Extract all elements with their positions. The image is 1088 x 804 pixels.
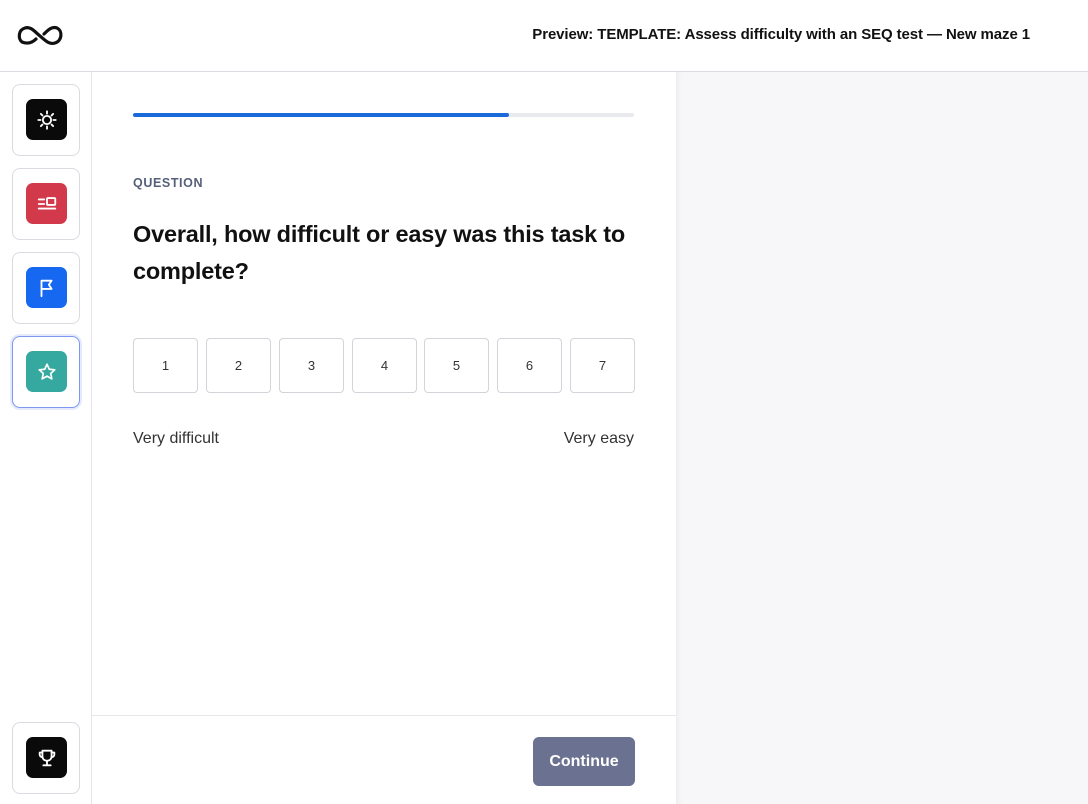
flag-icon xyxy=(26,267,67,308)
scale-option-2[interactable]: 2 xyxy=(206,338,271,393)
top-bar: Preview: TEMPLATE: Assess difficulty wit… xyxy=(0,0,1088,72)
preview-title: Preview: TEMPLATE: Assess difficulty wit… xyxy=(532,26,1030,43)
trophy-icon xyxy=(26,737,67,778)
block-context-screen[interactable] xyxy=(12,168,80,240)
scale-option-3[interactable]: 3 xyxy=(279,338,344,393)
opinion-scale: 1234567 xyxy=(133,338,635,394)
scale-max-label: Very easy xyxy=(563,430,634,447)
context-screen-icon xyxy=(26,183,67,224)
continue-button[interactable]: Continue xyxy=(533,737,635,786)
block-thank-you[interactable] xyxy=(12,722,80,794)
question-panel: QUESTION Overall, how difficult or easy … xyxy=(92,72,676,804)
progress-fill xyxy=(133,113,509,117)
gear-icon xyxy=(26,99,67,140)
block-opinion-scale[interactable] xyxy=(12,336,80,408)
block-sidebar xyxy=(0,72,92,804)
scale-min-label: Very difficult xyxy=(133,430,219,447)
scale-option-4[interactable]: 4 xyxy=(352,338,417,393)
question-footer: Continue xyxy=(92,715,676,804)
scale-option-5[interactable]: 5 xyxy=(424,338,489,393)
scale-option-7[interactable]: 7 xyxy=(570,338,635,393)
star-icon xyxy=(26,351,67,392)
scale-option-6[interactable]: 6 xyxy=(497,338,562,393)
progress-bar xyxy=(133,113,634,117)
question-label: QUESTION xyxy=(133,176,204,190)
block-mission[interactable] xyxy=(12,252,80,324)
maze-logo-icon[interactable] xyxy=(16,20,66,50)
question-text: Overall, how difficult or easy was this … xyxy=(133,221,626,284)
preview-pane xyxy=(676,72,1088,804)
block-welcome[interactable] xyxy=(12,84,80,156)
scale-option-1[interactable]: 1 xyxy=(133,338,198,393)
